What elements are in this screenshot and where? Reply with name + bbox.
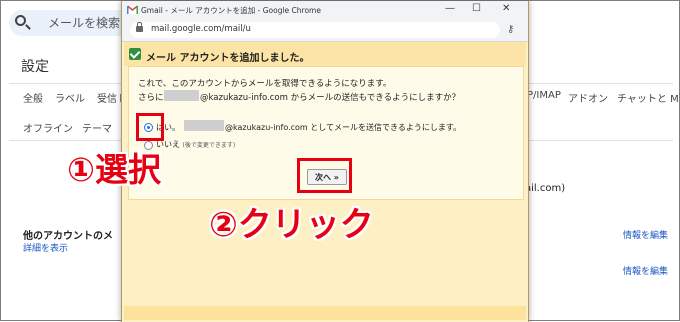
edit-info-link[interactable]: 情報を編集: [623, 228, 668, 241]
highlight-next-button: [297, 158, 352, 193]
section-label: 他のアカウントのメ: [23, 231, 113, 242]
address-bar: mail.google.com/mail/u ⚷: [122, 19, 528, 42]
edit-info-link[interactable]: 情報を編集: [623, 264, 668, 277]
option-no-label[interactable]: いいえ (後で変更できます): [156, 139, 235, 150]
lock-icon[interactable]: [136, 22, 143, 32]
description-line-2-prefix: さらに: [138, 93, 164, 103]
window-title: Gmail - メール アカウントを追加 - Google Chrome: [141, 6, 321, 15]
annotation-step2: ②クリック: [209, 205, 374, 245]
popup-footer: [124, 306, 526, 320]
tab-pop-imap[interactable]: P/IMAP: [527, 90, 561, 101]
key-icon[interactable]: ⚷: [507, 24, 514, 35]
annotation-step1: ①選択: [67, 150, 161, 189]
gmail-icon: [127, 5, 138, 14]
show-details-link[interactable]: 詳細を表示: [23, 241, 68, 254]
account-email: ail.com): [525, 183, 566, 194]
redacted-username: [164, 90, 199, 101]
close-icon[interactable]: ✕: [502, 3, 510, 14]
search-icon[interactable]: [15, 15, 26, 26]
description-line-2-suffix: @kazukazu-info.com からメールの送信もできるようにしますか？: [200, 93, 461, 103]
tab-addons[interactable]: アドオン: [568, 90, 608, 105]
page-title: 設定: [21, 59, 49, 75]
search-input[interactable]: メールを検索: [48, 14, 120, 31]
option-no-note: (後で変更できます): [182, 142, 236, 149]
maximize-icon[interactable]: ☐: [472, 3, 481, 14]
minimize-icon[interactable]: —: [445, 3, 455, 14]
dialog-title: メール アカウントを追加しました。: [146, 53, 310, 64]
tab-labels[interactable]: ラベル: [55, 90, 85, 105]
url-text[interactable]: mail.google.com/mail/u: [151, 24, 251, 34]
description-line-1: これで、このアカウントからメールを取得できるようになります。: [138, 79, 392, 89]
option-yes-email[interactable]: @kazukazu-info.com としてメールを送信できるようにします。: [225, 122, 461, 133]
tab-chat[interactable]: チャットと M: [617, 90, 679, 105]
tab-general[interactable]: 全般: [23, 90, 43, 105]
window-titlebar[interactable]: Gmail - メール アカウントを追加 - Google Chrome — ☐…: [122, 1, 528, 19]
redacted-username: [184, 120, 224, 131]
checkbox-checked-icon: [129, 48, 141, 60]
tab-offline[interactable]: オフライン: [23, 120, 73, 135]
tab-themes[interactable]: テーマ: [82, 120, 112, 135]
highlight-yes-option: [136, 113, 164, 141]
